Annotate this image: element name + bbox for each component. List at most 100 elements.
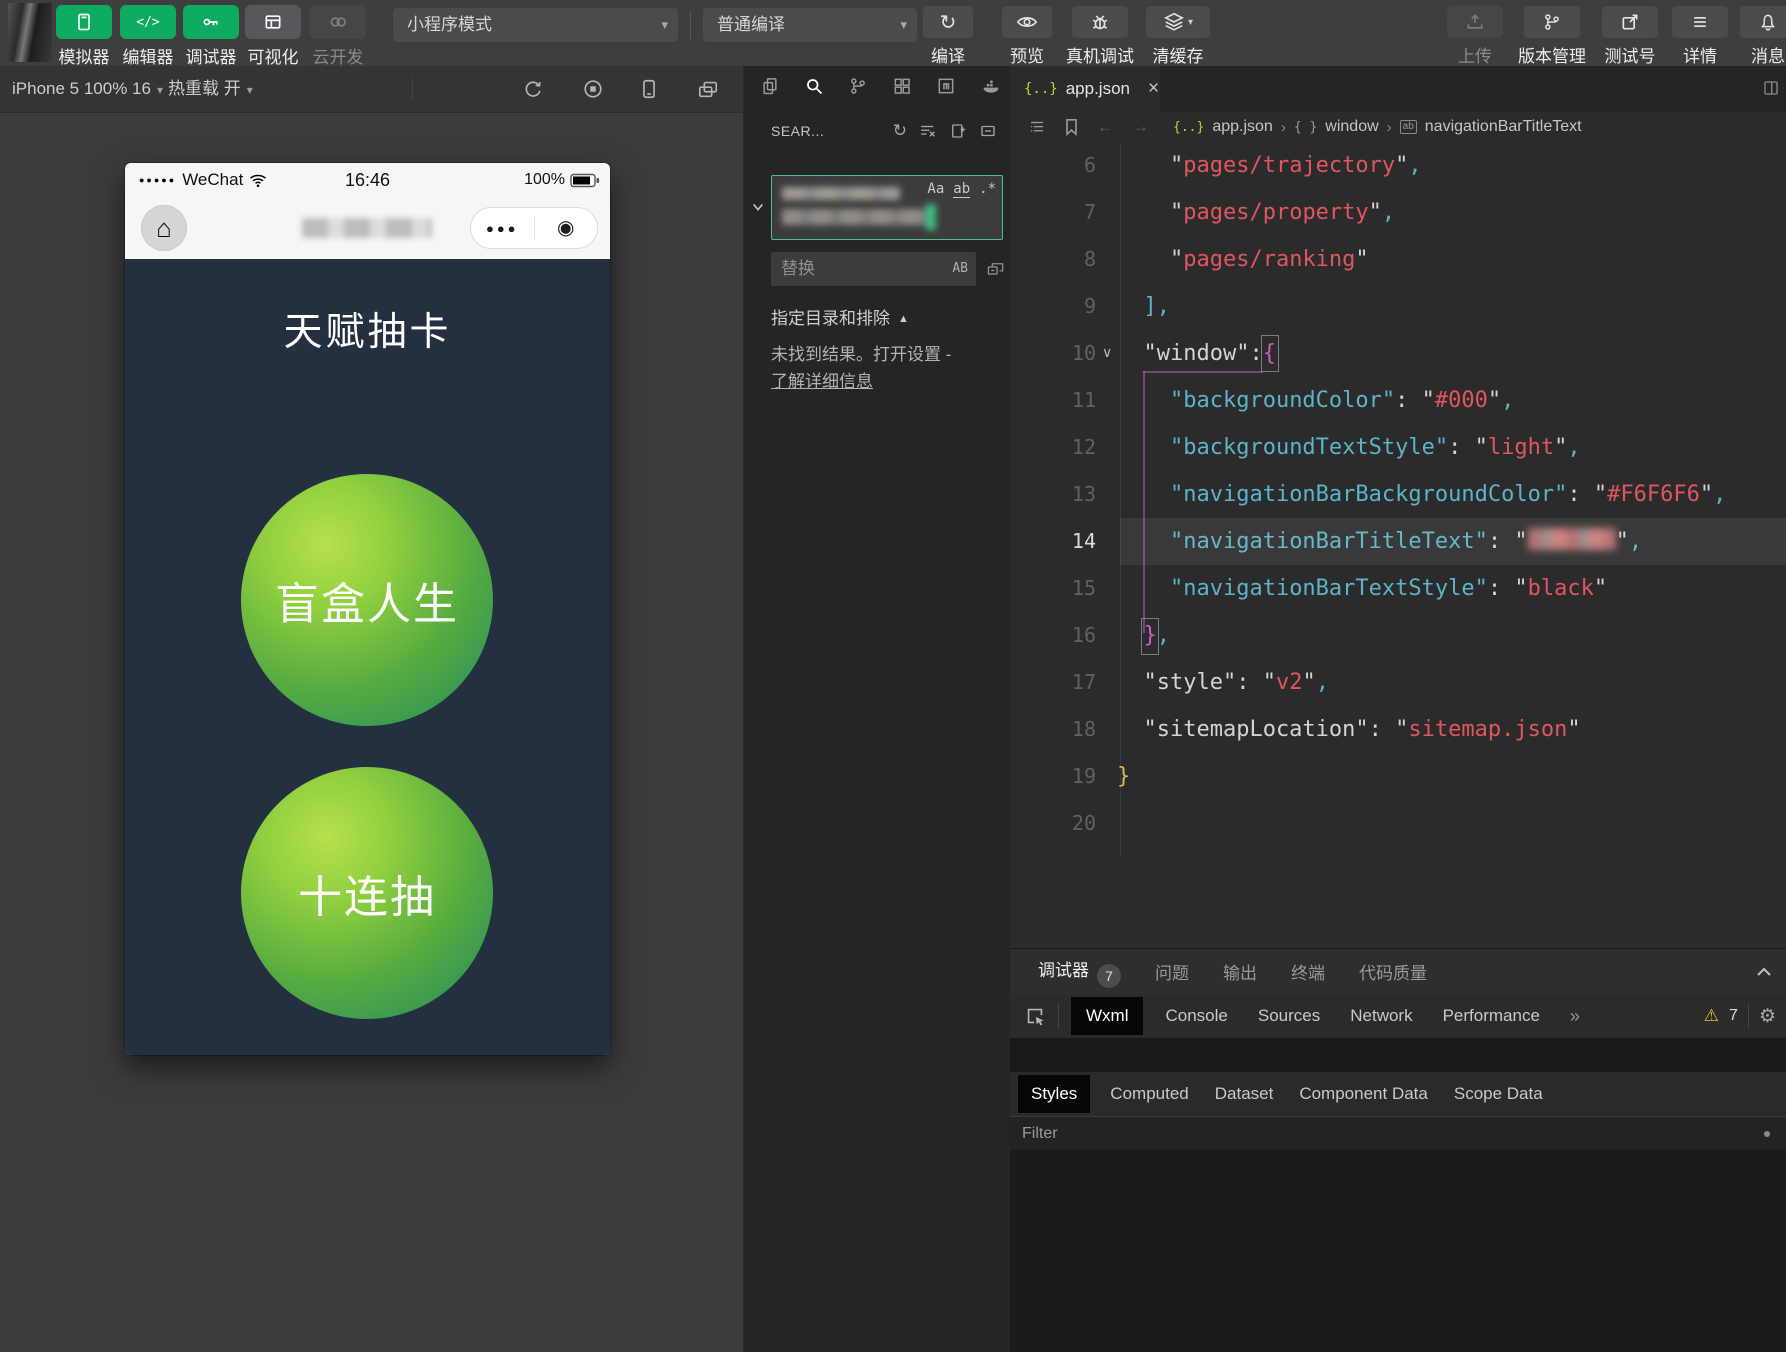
tab-problems[interactable]: 问题 <box>1155 959 1189 984</box>
code-line-17[interactable]: 17 "style": "v2", <box>1010 659 1786 706</box>
npm-icon[interactable] <box>936 76 956 96</box>
gear-icon[interactable]: ⚙ <box>1759 1005 1776 1028</box>
test-account-button[interactable]: 测试号 <box>1602 6 1658 67</box>
inspect-element-icon[interactable] <box>1024 1005 1046 1027</box>
tab-output[interactable]: 输出 <box>1223 959 1257 984</box>
tab-terminal[interactable]: 终端 <box>1291 959 1325 984</box>
device-dropdown[interactable]: iPhone 5 100% 16▾ <box>12 66 163 112</box>
hot-reload-dropdown[interactable]: 热重载 开▾ <box>168 66 253 112</box>
details-button[interactable]: 详情 <box>1672 6 1728 67</box>
phone-frame-icon[interactable] <box>638 78 660 100</box>
tab-styles[interactable]: Styles <box>1018 1075 1090 1113</box>
visualization-toggle[interactable]: 可视化 <box>245 5 301 68</box>
code-line-7[interactable]: 7 "pages/property", <box>1010 189 1786 236</box>
tab-performance[interactable]: Performance <box>1443 1006 1540 1026</box>
explorer-icon[interactable] <box>760 76 780 96</box>
selection-cursor <box>926 204 936 230</box>
match-case-icon[interactable]: Aa <box>927 181 944 198</box>
preserve-case-icon[interactable]: AB <box>952 252 968 286</box>
code-line-18[interactable]: 18 "sitemapLocation": "sitemap.json" <box>1010 706 1786 753</box>
toggle-replace-chevron-icon[interactable] <box>751 200 765 214</box>
source-control-icon[interactable] <box>848 76 868 96</box>
code-line-15[interactable]: 15 "navigationBarTextStyle": "black" <box>1010 565 1786 612</box>
tab-computed[interactable]: Computed <box>1110 1084 1188 1104</box>
filter-options-icon[interactable] <box>1764 1131 1770 1137</box>
code-line-16[interactable]: 16 }, <box>1010 612 1786 659</box>
redacted-value <box>1528 528 1616 550</box>
tab-sources[interactable]: Sources <box>1258 1006 1320 1026</box>
code-line-14[interactable]: 14 "navigationBarTitleText": "", <box>1010 518 1786 565</box>
close-tab-icon[interactable]: × <box>1148 78 1159 100</box>
code-line-8[interactable]: 8 "pages/ranking" <box>1010 236 1786 283</box>
capsule-menu[interactable]: ●●● ◉ <box>470 207 598 249</box>
record-icon[interactable] <box>582 78 604 100</box>
phone-nav-bar: ⌂ ●●● ◉ <box>125 197 610 259</box>
top-toolbar: 模拟器 </> 编辑器 调试器 可视化 云开发 小程序模式 ▾ <box>0 0 1786 67</box>
regex-icon[interactable]: .* <box>979 181 996 198</box>
code-editor[interactable]: 6 "pages/trajectory",7 "pages/property",… <box>1010 142 1786 948</box>
files-to-include-toggle[interactable]: 指定目录和排除▲ <box>771 304 909 329</box>
bookmark-icon[interactable] <box>1064 118 1079 136</box>
multi-window-icon[interactable] <box>696 78 720 100</box>
tab-app-json[interactable]: {..} app.json × <box>1010 66 1160 112</box>
refresh-search-icon[interactable]: ↻ <box>893 121 907 141</box>
code-line-12[interactable]: 12 "backgroundTextStyle": "light", <box>1010 424 1786 471</box>
clear-cache-button[interactable]: ▾ 清缓存 <box>1146 6 1210 67</box>
code-line-13[interactable]: 13 "navigationBarBackgroundColor": "#F6F… <box>1010 471 1786 518</box>
code-line-6[interactable]: 6 "pages/trajectory", <box>1010 142 1786 189</box>
more-dots-icon[interactable]: ●●● <box>471 221 534 236</box>
clear-results-icon[interactable] <box>919 122 937 140</box>
messages-button[interactable]: 消息 <box>1740 6 1786 67</box>
tab-component-data[interactable]: Component Data <box>1299 1084 1428 1104</box>
extensions-icon[interactable] <box>892 76 912 96</box>
tab-scope-data[interactable]: Scope Data <box>1454 1084 1543 1104</box>
more-tabs-icon[interactable]: » <box>1570 1006 1580 1027</box>
preview-button[interactable]: 预览 <box>1002 6 1052 67</box>
fold-chevron-icon[interactable]: ∨ <box>1102 329 1112 376</box>
search-icon[interactable] <box>804 76 824 96</box>
tab-debugger[interactable]: 调试器7 <box>1038 956 1121 988</box>
outline-icon[interactable] <box>1028 118 1046 136</box>
debugger-toggle[interactable]: 调试器 <box>183 5 239 68</box>
whole-word-icon[interactable]: ab <box>953 181 970 198</box>
code-line-11[interactable]: 11 "backgroundColor": "#000", <box>1010 377 1786 424</box>
new-search-editor-icon[interactable] <box>949 122 967 140</box>
breadcrumb[interactable]: {..} app.json › { } window › ab navigati… <box>1173 118 1582 136</box>
replace-input[interactable]: 替换 AB <box>771 252 976 286</box>
style-filter-input[interactable]: Filter <box>1010 1116 1786 1150</box>
replace-all-icon[interactable] <box>986 259 1005 278</box>
exit-target-icon[interactable]: ◉ <box>535 218 598 238</box>
tab-dataset[interactable]: Dataset <box>1215 1084 1274 1104</box>
version-control-button[interactable]: 版本管理 <box>1518 6 1586 67</box>
user-avatar[interactable] <box>8 3 52 62</box>
search-input[interactable]: Aa ab .* <box>771 175 1003 240</box>
code-line-19[interactable]: 19} <box>1010 753 1786 800</box>
tab-wxml[interactable]: Wxml <box>1071 997 1143 1035</box>
collapse-panel-icon[interactable] <box>1756 965 1772 979</box>
scope-guide-horizontal <box>1143 371 1263 373</box>
nav-back-icon[interactable]: ← <box>1097 117 1114 137</box>
editor-toggle[interactable]: </> 编辑器 <box>120 5 176 68</box>
warning-icon[interactable]: ⚠ <box>1704 1006 1719 1026</box>
home-button[interactable]: ⌂ <box>141 205 187 251</box>
compile-button[interactable]: ↻ 编译 <box>923 6 973 67</box>
code-line-20[interactable]: 20 <box>1010 800 1786 847</box>
draw-button-single[interactable]: 盲盒人生 <box>241 474 493 726</box>
cloud-dev-toggle[interactable]: 云开发 <box>310 5 366 68</box>
compile-mode-dropdown[interactable]: 普通编译 ▾ <box>703 8 917 42</box>
docker-icon[interactable] <box>980 76 1000 96</box>
tab-network[interactable]: Network <box>1350 1006 1412 1026</box>
remote-debug-button[interactable]: 真机调试 <box>1066 6 1134 67</box>
simulator-toggle[interactable]: 模拟器 <box>56 5 112 68</box>
draw-button-ten[interactable]: 十连抽 <box>241 767 493 1019</box>
learn-more-link[interactable]: 了解详细信息 <box>771 367 873 392</box>
split-editor-icon[interactable] <box>1762 79 1780 97</box>
collapse-results-icon[interactable] <box>979 122 997 140</box>
code-line-10[interactable]: 10∨ "window":{ <box>1010 330 1786 377</box>
code-line-9[interactable]: 9 ], <box>1010 283 1786 330</box>
mode-dropdown[interactable]: 小程序模式 ▾ <box>393 8 678 42</box>
tab-code-quality[interactable]: 代码质量 <box>1359 959 1427 984</box>
nav-forward-icon[interactable]: → <box>1132 117 1149 137</box>
tab-console[interactable]: Console <box>1165 1006 1227 1026</box>
rotate-icon[interactable] <box>522 78 544 100</box>
